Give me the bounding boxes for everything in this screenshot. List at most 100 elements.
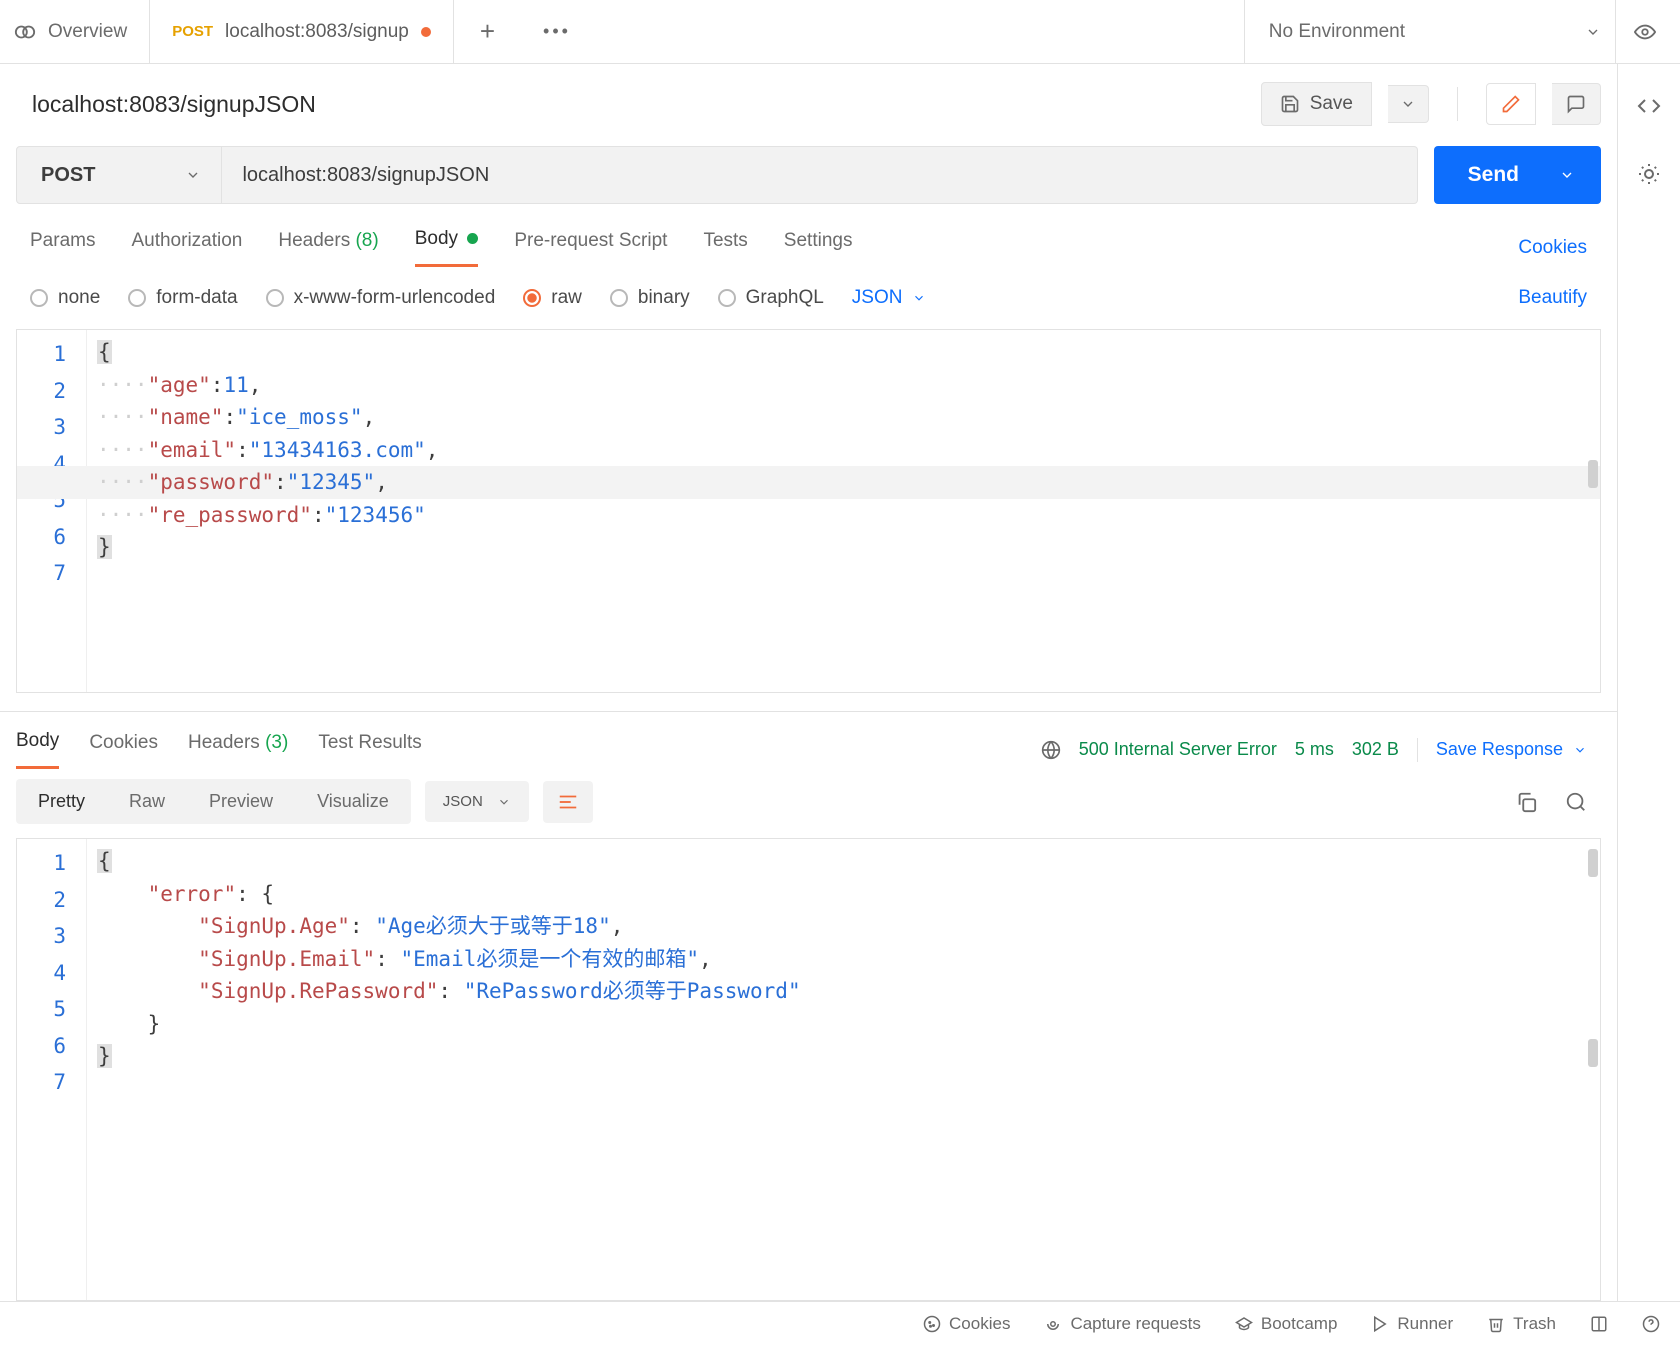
chevron-down-icon xyxy=(185,167,201,183)
tab-label: Overview xyxy=(48,21,127,43)
body-type-graphql[interactable]: GraphQL xyxy=(718,287,824,309)
footer-panes[interactable] xyxy=(1590,1315,1608,1333)
send-button[interactable]: Send xyxy=(1434,146,1601,204)
radio-icon xyxy=(266,289,284,307)
plus-icon: + xyxy=(480,16,495,47)
body-type-urlencoded[interactable]: x-www-form-urlencoded xyxy=(266,287,496,309)
radio-icon xyxy=(523,289,541,307)
separator xyxy=(1417,738,1418,762)
search-button[interactable] xyxy=(1565,791,1587,813)
tab-more-button[interactable]: ••• xyxy=(521,0,593,63)
response-view-row: Pretty Raw Preview Visualize JSON xyxy=(0,769,1617,824)
response-tools xyxy=(1515,791,1587,813)
resp-tab-testresults[interactable]: Test Results xyxy=(318,732,421,768)
scrollbar[interactable] xyxy=(1588,460,1598,488)
response-size: 302 B xyxy=(1352,739,1399,760)
radio-icon xyxy=(30,289,48,307)
line-gutter: 1234567 xyxy=(17,330,87,692)
tab-bar: Overview POST localhost:8083/signup + ••… xyxy=(0,0,1680,64)
comment-button[interactable] xyxy=(1552,83,1601,125)
tab-params[interactable]: Params xyxy=(30,230,95,266)
footer-capture[interactable]: Capture requests xyxy=(1044,1314,1200,1334)
edit-button[interactable] xyxy=(1486,83,1536,125)
copy-button[interactable] xyxy=(1515,791,1537,813)
beautify-link[interactable]: Beautify xyxy=(1518,287,1587,309)
body-type-binary[interactable]: binary xyxy=(610,287,690,309)
view-raw[interactable]: Raw xyxy=(107,779,187,824)
code-area[interactable]: { ····"age":11, ····"name":"ice_moss", ·… xyxy=(97,336,1600,564)
body-type-none[interactable]: none xyxy=(30,287,100,309)
separator xyxy=(1457,87,1458,121)
resp-tab-headers[interactable]: Headers (3) xyxy=(188,732,288,768)
code-snippet-button[interactable] xyxy=(1637,94,1661,118)
new-tab-button[interactable]: + xyxy=(454,0,521,63)
tab-label: localhost:8083/signup xyxy=(225,21,409,43)
code-area: { "error": { "SignUp.Age": "Age必须大于或等于18… xyxy=(97,845,1600,1073)
body-label: Body xyxy=(415,228,458,249)
response-status: 500 Internal Server Error xyxy=(1079,739,1277,760)
tab-overview[interactable]: Overview xyxy=(0,0,150,63)
body-type-raw[interactable]: raw xyxy=(523,287,582,309)
tab-pre-request[interactable]: Pre-request Script xyxy=(514,230,667,266)
footer-bootcamp[interactable]: Bootcamp xyxy=(1235,1314,1338,1334)
tab-settings[interactable]: Settings xyxy=(784,230,853,266)
environment-box: No Environment xyxy=(1244,0,1680,63)
wrap-lines-button[interactable] xyxy=(543,781,593,823)
right-rail xyxy=(1618,64,1680,1301)
view-preview[interactable]: Preview xyxy=(187,779,295,824)
globe-icon[interactable] xyxy=(1041,740,1061,760)
method-label: POST xyxy=(41,164,95,187)
response-tabs: Body Cookies Headers (3) Test Results 50… xyxy=(0,711,1617,769)
request-title: localhost:8083/signupJSON xyxy=(32,91,316,118)
headers-count: (8) xyxy=(355,230,378,251)
footer-help[interactable] xyxy=(1642,1315,1660,1333)
view-pretty[interactable]: Pretty xyxy=(16,779,107,824)
tab-authorization[interactable]: Authorization xyxy=(131,230,242,266)
comment-icon xyxy=(1566,94,1586,114)
radio-icon xyxy=(718,289,736,307)
request-body-editor[interactable]: 1234567 { ····"age":11, ····"name":"ice_… xyxy=(16,329,1601,693)
status-bar: Cookies Capture requests Bootcamp Runner… xyxy=(0,1301,1680,1345)
response-status-bar: 500 Internal Server Error 5 ms 302 B Sav… xyxy=(1041,738,1587,762)
request-tabs: Params Authorization Headers (8) Body Pr… xyxy=(0,222,1617,267)
env-quicklook-button[interactable] xyxy=(1615,0,1656,63)
pencil-icon xyxy=(1501,94,1521,114)
tab-tests[interactable]: Tests xyxy=(703,230,747,266)
cookies-link[interactable]: Cookies xyxy=(1518,237,1587,259)
tab-body[interactable]: Body xyxy=(415,228,479,267)
footer-cookies[interactable]: Cookies xyxy=(923,1314,1010,1334)
save-icon xyxy=(1280,94,1300,114)
info-button[interactable] xyxy=(1637,162,1661,186)
chevron-down-icon xyxy=(1585,24,1601,40)
ellipsis-icon: ••• xyxy=(543,21,571,42)
body-type-row: none form-data x-www-form-urlencoded raw… xyxy=(0,267,1617,325)
line-gutter: 1234567 xyxy=(17,839,87,1300)
url-input[interactable] xyxy=(222,146,1417,204)
save-dropdown[interactable] xyxy=(1388,85,1429,123)
view-visualize[interactable]: Visualize xyxy=(295,779,411,824)
active-dot-icon xyxy=(467,233,478,244)
scrollbar[interactable] xyxy=(1588,1039,1598,1067)
tab-headers[interactable]: Headers (8) xyxy=(278,230,378,266)
method-select[interactable]: POST xyxy=(16,146,222,204)
response-body-editor[interactable]: 1234567 { "error": { "SignUp.Age": "Age必… xyxy=(16,838,1601,1301)
save-label: Save xyxy=(1310,93,1353,115)
response-format-select[interactable]: JSON xyxy=(425,781,529,822)
headers-label: Headers xyxy=(278,230,350,251)
tab-request-active[interactable]: POST localhost:8083/signup xyxy=(150,0,454,63)
resp-tab-cookies[interactable]: Cookies xyxy=(89,732,158,768)
overview-icon xyxy=(14,21,36,43)
save-button[interactable]: Save xyxy=(1261,82,1372,126)
resp-tab-body[interactable]: Body xyxy=(16,730,59,769)
raw-format-select[interactable]: JSON xyxy=(852,287,927,309)
radio-icon xyxy=(610,289,628,307)
footer-trash[interactable]: Trash xyxy=(1487,1314,1556,1334)
method-badge: POST xyxy=(172,23,213,40)
url-bar: POST Send xyxy=(16,146,1601,204)
save-response-button[interactable]: Save Response xyxy=(1436,739,1587,760)
environment-select[interactable]: No Environment xyxy=(1269,21,1601,43)
scrollbar[interactable] xyxy=(1588,849,1598,877)
body-type-formdata[interactable]: form-data xyxy=(128,287,237,309)
footer-runner[interactable]: Runner xyxy=(1371,1314,1453,1334)
send-label: Send xyxy=(1468,163,1519,187)
